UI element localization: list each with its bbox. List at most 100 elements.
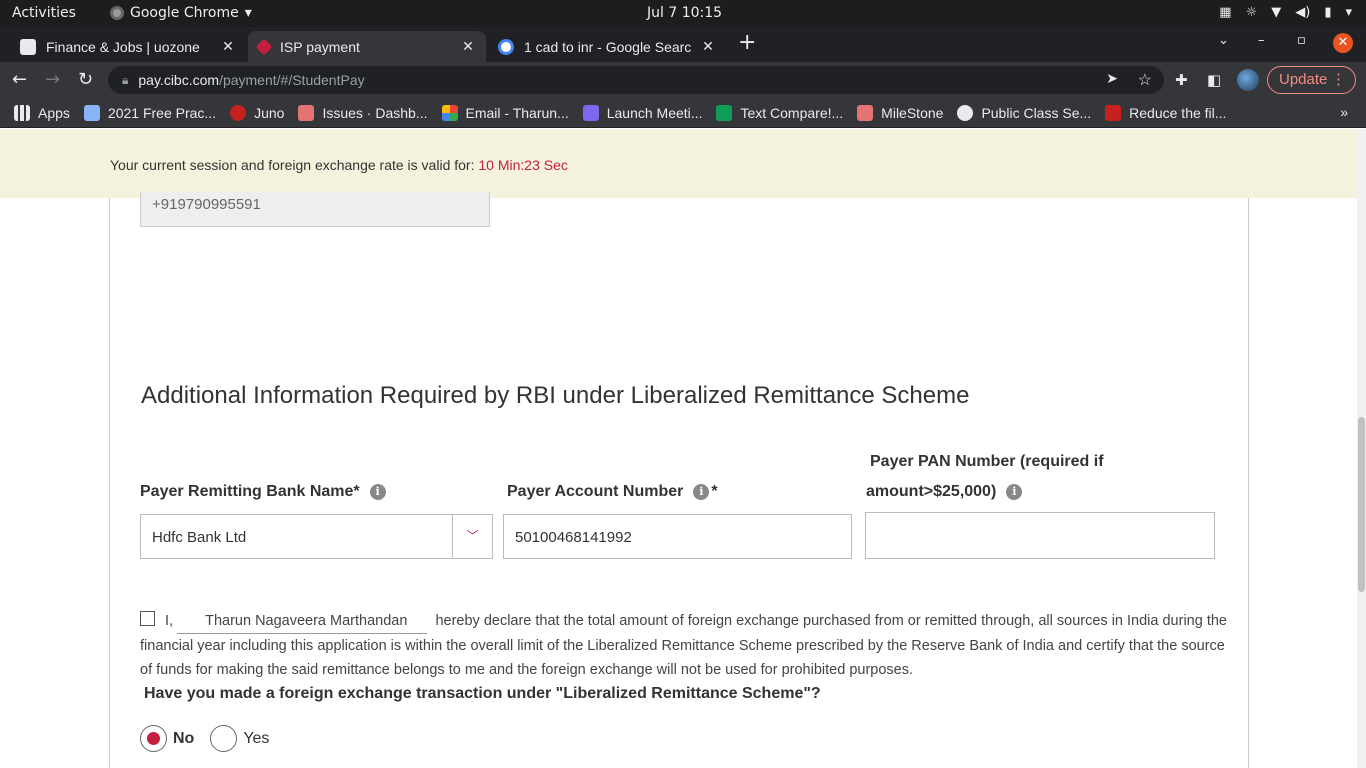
declaration-name: Tharun Nagaveera Marthandan xyxy=(177,609,428,634)
radio-no[interactable] xyxy=(140,725,167,752)
chevron-down-icon: ▾ xyxy=(1345,5,1352,20)
video-icon xyxy=(582,104,599,121)
bookmarks-bar: Apps 2021 Free Prac... Juno Issues · Das… xyxy=(0,98,1366,128)
side-panel-icon[interactable]: ◧ xyxy=(1207,71,1221,89)
phone-field[interactable]: +919790995591 xyxy=(140,192,490,227)
url-path: /payment/#/StudentPay xyxy=(219,72,365,88)
tab-title: Finance & Jobs | uozone xyxy=(46,38,200,55)
close-icon[interactable]: ✕ xyxy=(220,38,236,55)
info-icon[interactable]: i xyxy=(1006,484,1023,500)
bookmark-star-icon[interactable]: ☆ xyxy=(1138,70,1152,90)
tab-search-icon[interactable]: ⌄ xyxy=(1218,33,1229,48)
account-number-label: Payer Account Number i * xyxy=(507,483,718,501)
radio-no-label[interactable]: No xyxy=(173,730,194,748)
update-button[interactable]: Update ⋮ xyxy=(1267,66,1356,94)
bookmark-label: Launch Meeti... xyxy=(606,104,703,121)
page-icon xyxy=(20,38,36,55)
minimize-button[interactable]: – xyxy=(1258,33,1265,48)
more-menu-icon[interactable]: ⋮ xyxy=(1331,67,1346,93)
bookmark-apps[interactable]: Apps xyxy=(14,104,70,121)
battery-icon: ▮ xyxy=(1324,5,1332,20)
tab-finance-jobs[interactable]: Finance & Jobs | uozone ✕ xyxy=(10,31,246,62)
pan-number-label-text: amount>$25,000) xyxy=(866,483,997,500)
apps-grid-icon xyxy=(14,104,30,121)
bookmark-email[interactable]: Email - Tharun... xyxy=(441,104,569,121)
bookmark-free-practice[interactable]: 2021 Free Prac... xyxy=(83,104,217,121)
radio-yes-label[interactable]: Yes xyxy=(243,730,269,748)
lrs-question: Have you made a foreign exchange transac… xyxy=(144,685,821,702)
send-icon[interactable]: ➤ xyxy=(1106,70,1118,87)
juno-icon xyxy=(230,104,247,121)
bookmark-label: Email - Tharun... xyxy=(465,104,569,121)
app-menu[interactable]: Google Chrome ▾ xyxy=(110,5,252,21)
activities-button[interactable]: Activities xyxy=(12,5,76,21)
chevron-down-icon[interactable]: ﹀ xyxy=(452,515,492,558)
bookmark-milestone[interactable]: MileStone xyxy=(857,104,943,121)
chevron-down-icon: ▾ xyxy=(244,5,252,21)
globe-icon xyxy=(957,104,974,121)
close-icon[interactable]: ✕ xyxy=(460,38,476,55)
back-button[interactable]: ← xyxy=(12,69,27,90)
document-icon xyxy=(83,104,100,121)
close-icon[interactable]: ✕ xyxy=(700,38,716,55)
wifi-icon: ▼ xyxy=(1271,5,1282,20)
chrome-icon xyxy=(110,6,124,20)
bank-name-value: Hdfc Bank Ltd xyxy=(152,529,247,546)
declaration-checkbox[interactable] xyxy=(140,611,155,626)
maximize-button[interactable]: ▫ xyxy=(1297,33,1306,48)
bookmark-label: Public Class Se... xyxy=(981,104,1092,121)
bookmark-issues[interactable]: Issues · Dashb... xyxy=(298,104,428,121)
account-number-label-text: Payer Account Number xyxy=(507,483,684,500)
profile-avatar[interactable] xyxy=(1237,69,1259,91)
system-top-bar: Activities Google Chrome ▾ Jul 7 10:15 ▦… xyxy=(0,0,1366,27)
bookmark-text-compare[interactable]: Text Compare!... xyxy=(716,104,844,121)
microsoft-icon xyxy=(441,104,458,121)
brightness-icon: ☼ xyxy=(1245,5,1258,20)
session-timer: 10 Min:23 Sec xyxy=(478,157,568,173)
bank-name-label-text: Payer Remitting Bank Name* xyxy=(140,483,360,500)
radio-yes[interactable] xyxy=(210,725,238,752)
pan-number-label: amount>$25,000) i xyxy=(866,483,1023,501)
session-text: Your current session and foreign exchang… xyxy=(110,157,479,173)
pan-number-input[interactable] xyxy=(865,512,1215,559)
bookmark-label: 2021 Free Prac... xyxy=(107,104,217,121)
account-number-input[interactable]: 50100468141992 xyxy=(503,514,852,559)
tab-isp-payment[interactable]: ISP payment ✕ xyxy=(248,31,486,62)
address-bar[interactable]: 🔒︎ pay.cibc.com/payment/#/StudentPay ➤ ☆ xyxy=(108,66,1164,94)
required-marker: * xyxy=(711,483,718,500)
session-message: Your current session and foreign exchang… xyxy=(110,157,568,173)
bookmark-label: Apps xyxy=(38,104,70,121)
browser-toolbar: ← → ↻ 🔒︎ pay.cibc.com/payment/#/StudentP… xyxy=(0,62,1366,98)
tab-title: 1 cad to inr - Google Searc xyxy=(524,38,692,55)
pan-number-label-line1: Payer PAN Number (required if xyxy=(870,453,1104,470)
page-scrollbar[interactable] xyxy=(1357,129,1366,768)
bank-name-label: Payer Remitting Bank Name* i xyxy=(140,483,386,501)
scrollbar-thumb[interactable] xyxy=(1358,417,1365,592)
bookmark-label: Reduce the fil... xyxy=(1129,104,1227,121)
bookmark-launch-meeting[interactable]: Launch Meeti... xyxy=(582,104,703,121)
new-tab-button[interactable]: + xyxy=(738,30,756,55)
app-menu-label: Google Chrome xyxy=(130,5,239,21)
url-host: pay.cibc.com xyxy=(138,72,220,88)
page-content: Your current session and foreign exchang… xyxy=(0,129,1366,768)
declaration-text: I, Tharun Nagaveera Marthandan hereby de… xyxy=(140,609,1230,682)
reload-button[interactable]: ↻ xyxy=(78,69,93,90)
more-bookmarks-icon[interactable]: » xyxy=(1340,104,1348,120)
close-window-button[interactable]: ✕ xyxy=(1333,33,1353,53)
bookmark-reduce-file[interactable]: Reduce the fil... xyxy=(1105,104,1227,121)
clock[interactable]: Jul 7 10:15 xyxy=(647,5,722,21)
info-icon[interactable]: i xyxy=(693,484,710,500)
bookmark-public-class[interactable]: Public Class Se... xyxy=(957,104,1092,121)
bookmark-juno[interactable]: Juno xyxy=(230,104,285,121)
info-icon[interactable]: i xyxy=(369,484,386,500)
forward-button[interactable]: → xyxy=(45,69,60,90)
bookmark-label: Juno xyxy=(254,104,285,121)
lock-icon[interactable]: 🔒︎ xyxy=(122,73,128,88)
clipboard-icon[interactable]: ▦ xyxy=(1219,5,1231,20)
system-tray[interactable]: ▦ ☼ ▼ ◀) ▮ ▾ xyxy=(1219,5,1352,20)
tab-google-search[interactable]: 1 cad to inr - Google Searc ✕ xyxy=(488,31,726,62)
bookmark-label: Text Compare!... xyxy=(740,104,844,121)
tab-title: ISP payment xyxy=(280,38,360,55)
bank-name-select[interactable]: Hdfc Bank Ltd ﹀ xyxy=(140,514,493,559)
extensions-icon[interactable]: ✚ xyxy=(1175,71,1188,89)
